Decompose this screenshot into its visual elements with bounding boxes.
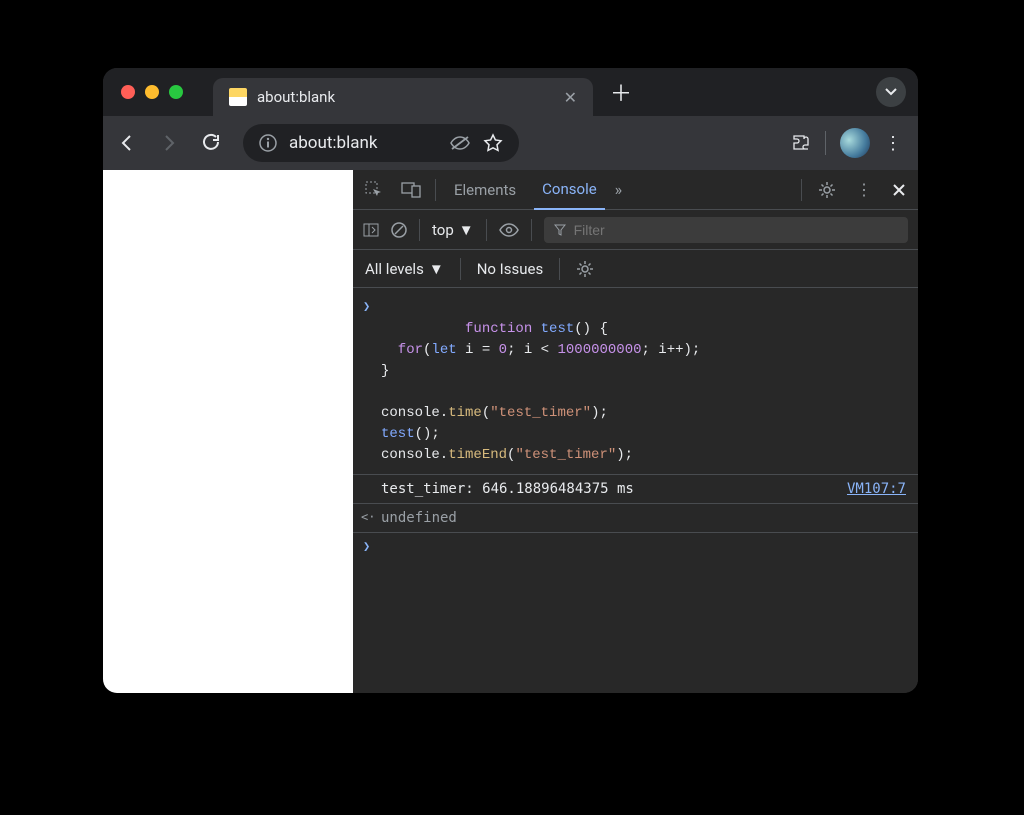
execution-context-selector[interactable]: top ▼: [432, 221, 474, 239]
issues-button[interactable]: No Issues: [477, 260, 544, 278]
filter-icon: [554, 224, 566, 236]
app-menu-button[interactable]: ⋮: [884, 133, 904, 154]
filter-input[interactable]: [574, 222, 898, 238]
arrow-right-icon: [159, 133, 179, 153]
levels-label: All levels: [365, 260, 424, 278]
devtools-tab-console[interactable]: Console: [534, 170, 605, 210]
window-controls: [121, 85, 183, 99]
inspect-element-button[interactable]: [361, 177, 387, 203]
back-button[interactable]: [117, 133, 145, 153]
browser-toolbar: about:blank ⋮: [103, 116, 918, 170]
return-value: undefined: [381, 510, 457, 526]
reload-icon: [201, 133, 221, 153]
devices-icon: [401, 182, 421, 198]
devtools-tabbar: Elements Console » ⋮: [353, 170, 918, 210]
log-message: test_timer: 646.18896484375 ms: [381, 481, 847, 497]
extensions-button[interactable]: [791, 133, 811, 153]
return-arrow-icon: <·: [361, 510, 375, 524]
caret-down-icon: ▼: [459, 221, 474, 239]
input-arrow-icon: ❯: [363, 298, 370, 316]
puzzle-icon: [791, 133, 811, 153]
url-text: about:blank: [289, 133, 437, 153]
sidebar-icon: [363, 223, 379, 237]
content-area: Elements Console » ⋮: [103, 170, 918, 693]
console-prompt[interactable]: ❯: [353, 533, 918, 545]
console-toolbar: top ▼: [353, 210, 918, 250]
bookmark-button[interactable]: [483, 133, 503, 153]
close-icon: [892, 183, 906, 197]
minimize-window-button[interactable]: [145, 85, 159, 99]
inspect-icon: [365, 181, 383, 199]
maximize-window-button[interactable]: [169, 85, 183, 99]
browser-tab[interactable]: about:blank ✕: [213, 78, 593, 116]
tabs-dropdown-button[interactable]: [876, 77, 906, 107]
clear-console-button[interactable]: [391, 222, 407, 238]
star-icon: [483, 133, 503, 153]
site-info-icon[interactable]: [259, 134, 277, 152]
console-input-entry: ❯function test() { for(let i = 0; i < 10…: [353, 294, 918, 474]
hide-icon[interactable]: [449, 134, 471, 152]
gear-icon: [818, 181, 836, 199]
context-label: top: [432, 221, 454, 239]
toolbar-divider: [825, 131, 826, 155]
clear-icon: [391, 222, 407, 238]
console-return-entry: <· undefined: [353, 504, 918, 533]
forward-button[interactable]: [159, 133, 187, 153]
prompt-arrow-icon: ❯: [363, 539, 370, 554]
address-bar[interactable]: about:blank: [243, 124, 519, 162]
console-toolbar-secondary: All levels ▼ No Issues: [353, 250, 918, 288]
console-log-entry: test_timer: 646.18896484375 ms VM107:7: [353, 474, 918, 504]
log-levels-selector[interactable]: All levels ▼: [365, 260, 444, 278]
browser-window: about:blank ✕ ＋ about:blank: [103, 68, 918, 693]
tab-title: about:blank: [257, 88, 554, 106]
profile-avatar[interactable]: [840, 128, 870, 158]
console-filter[interactable]: [544, 217, 908, 243]
log-source-link[interactable]: VM107:7: [847, 481, 906, 497]
caret-down-icon: ▼: [429, 260, 444, 278]
tab-favicon-icon: [229, 88, 247, 106]
tab-strip: about:blank ✕ ＋: [103, 68, 918, 116]
devtools-tab-elements[interactable]: Elements: [446, 171, 524, 209]
console-settings-button[interactable]: [576, 260, 594, 278]
chevron-down-icon: [885, 88, 897, 96]
tab-close-button[interactable]: ✕: [564, 88, 577, 107]
reload-button[interactable]: [201, 133, 229, 153]
devtools-settings-button[interactable]: [814, 177, 840, 203]
eye-icon: [499, 223, 519, 237]
gear-icon: [576, 260, 594, 278]
devtools-panel: Elements Console » ⋮: [353, 170, 918, 693]
device-toolbar-button[interactable]: [397, 178, 425, 202]
toggle-sidebar-button[interactable]: [363, 223, 379, 237]
console-output[interactable]: ❯function test() { for(let i = 0; i < 10…: [353, 288, 918, 693]
devtools-more-tabs[interactable]: »: [615, 180, 623, 199]
live-expression-button[interactable]: [499, 223, 519, 237]
devtools-close-button[interactable]: [888, 179, 910, 201]
close-window-button[interactable]: [121, 85, 135, 99]
new-tab-button[interactable]: ＋: [607, 78, 635, 106]
page-viewport[interactable]: [103, 170, 353, 693]
arrow-left-icon: [117, 133, 137, 153]
devtools-menu-button[interactable]: ⋮: [852, 176, 876, 203]
